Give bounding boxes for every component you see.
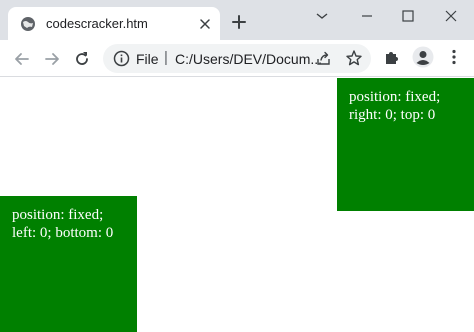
fixed-box-top-right: position: fixed; right: 0; top: 0 [337, 78, 474, 211]
fixed-box-bottom-left: position: fixed; left: 0; bottom: 0 [0, 196, 137, 332]
page-viewport: position: fixed; right: 0; top: 0 positi… [0, 78, 474, 332]
avatar-icon[interactable] [412, 46, 434, 68]
globe-icon [20, 16, 36, 32]
box-text-line: position: fixed; [349, 89, 441, 105]
close-icon[interactable] [198, 17, 212, 31]
box-text-line: right: 0; top: 0 [349, 107, 436, 123]
close-icon[interactable] [441, 6, 461, 26]
chevron-down-icon[interactable] [312, 6, 332, 26]
url-separator: | [164, 49, 168, 66]
info-icon[interactable] [113, 50, 130, 67]
arrow-left-icon[interactable] [12, 49, 32, 69]
share-icon[interactable] [315, 50, 332, 67]
tab-title: codescracker.htm [46, 16, 148, 31]
arrow-right-icon[interactable] [42, 49, 62, 69]
url-scheme-label: File [136, 51, 159, 67]
kebab-menu-icon[interactable] [446, 48, 462, 66]
box-text-line: left: 0; bottom: 0 [12, 225, 114, 241]
tab-strip: codescracker.htm [0, 0, 474, 40]
box-text-line: position: fixed; [12, 207, 104, 223]
minimize-icon[interactable] [357, 6, 377, 26]
maximize-icon[interactable] [398, 6, 418, 26]
reload-icon[interactable] [72, 49, 92, 69]
browser-window: codescracker.htm File | C:/Users/DEV/Doc… [0, 0, 474, 332]
tab-codescracker[interactable]: codescracker.htm [8, 7, 220, 40]
browser-toolbar: File | C:/Users/DEV/Docum... [0, 40, 474, 77]
plus-icon[interactable] [230, 13, 248, 31]
puzzle-icon[interactable] [383, 48, 401, 66]
star-icon[interactable] [345, 49, 363, 67]
address-bar[interactable]: File | C:/Users/DEV/Docum... [103, 44, 371, 73]
url-text[interactable]: C:/Users/DEV/Docum... [175, 51, 322, 67]
